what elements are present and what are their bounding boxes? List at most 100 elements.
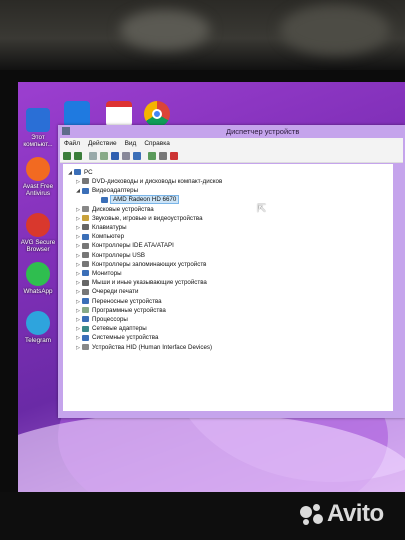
device-category-icon (82, 261, 89, 268)
menu-file[interactable]: Файл (64, 140, 80, 147)
toolbar (60, 149, 403, 163)
device-category-icon (82, 205, 89, 212)
desktop-icon-label: WhatsApp (23, 288, 53, 295)
device-category-icon (82, 251, 89, 258)
tree-item-label: Дисковые устройства (92, 205, 154, 213)
watermark-text: Avito (327, 500, 384, 527)
tree-item-label: AMD Radeon HD 6670 (109, 195, 180, 205)
tree-item[interactable]: ▷ Сетевые адаптеры (74, 324, 147, 333)
refresh-icon[interactable] (100, 151, 108, 160)
computer-icon (26, 108, 50, 132)
tree-root-label: PC (84, 169, 93, 176)
tree-item[interactable]: ▷ Программные устройства (74, 306, 166, 315)
tree-item[interactable]: ▷ Клавиатуры (74, 223, 127, 232)
avito-watermark: Avito (300, 500, 384, 528)
view-icon[interactable] (122, 151, 130, 160)
menu-help[interactable]: Справка (144, 140, 170, 147)
wall-texture (280, 5, 390, 55)
tree-item[interactable]: ▷ Дисковые устройства (74, 205, 154, 214)
tree-item-label: Звуковые, игровые и видеоустройства (92, 214, 203, 222)
tree-item-label: Переносные устройства (92, 297, 162, 305)
device-category-icon (82, 343, 89, 350)
device-category-icon (82, 279, 89, 286)
properties-icon[interactable] (89, 151, 97, 160)
tree-item[interactable]: ◢ Видеоадаптеры (74, 186, 138, 195)
device-category-icon (82, 178, 89, 185)
update-driver-icon[interactable] (148, 151, 156, 160)
desktop-icon-label: Этот компьют... (23, 134, 53, 148)
tree-item-label: Процессоры (92, 316, 128, 323)
tree-item[interactable]: ▷ Мыши и иные указывающие устройства (74, 278, 207, 287)
device-category-icon (82, 297, 89, 304)
device-tree[interactable]: ◢ PC ▷ DVD-дисководы и дисководы компакт-ди… (63, 164, 393, 411)
uninstall-icon[interactable] (170, 151, 178, 160)
desktop-icon-computer[interactable]: Этот компьют... (16, 108, 60, 148)
tree-item[interactable]: ▷ Устройства HID (Human Interface Devices… (74, 343, 212, 352)
collapse-arrow-icon[interactable]: ◢ (66, 169, 74, 178)
blue-app-icon[interactable] (64, 101, 90, 127)
wall-texture (120, 10, 210, 50)
tree-item-label: Контроллеры IDE ATA/ATAPI (92, 242, 174, 250)
tree-item[interactable]: ▷ Контроллеры запоминающих устройств (74, 260, 206, 269)
tree-item-label: Устройства HID (Human Interface Devices) (92, 343, 213, 351)
chrome-icon[interactable] (144, 101, 170, 127)
desktop-icon-whatsapp[interactable]: WhatsApp (16, 262, 60, 295)
tree-item[interactable]: ▷ Звуковые, игровые и видеоустройства (74, 214, 203, 223)
tree-item[interactable]: ▷ DVD-дисководы и дисководы компакт-диско… (74, 177, 222, 186)
tree-item-label: Сетевые адаптеры (92, 325, 147, 333)
device-category-icon (82, 270, 89, 277)
monitor-icon[interactable] (133, 151, 141, 160)
menu-bar: Файл Действие Вид Справка (60, 138, 403, 149)
pdf-icon[interactable] (106, 101, 132, 127)
help-icon[interactable] (111, 151, 119, 160)
tree-item-label: Видеоадаптеры (92, 187, 139, 195)
device-manager-window[interactable]: Диспетчер устройств Файл Действие Вид Сп… (58, 125, 405, 418)
tree-item[interactable]: ▷ Мониторы (74, 269, 122, 278)
tree-item[interactable]: ▷ Контроллеры IDE ATA/ATAPI (74, 241, 174, 250)
device-category-icon (82, 316, 89, 323)
tree-item-label: Очереди печати (92, 288, 139, 296)
disable-icon[interactable] (159, 151, 167, 160)
menu-action[interactable]: Действие (88, 140, 117, 147)
device-category-icon (82, 233, 89, 240)
tree-item[interactable]: ▷ Контроллеры USB (74, 251, 145, 260)
desktop-icon-avast[interactable]: Avast Free Antivirus (16, 157, 60, 197)
tree-item[interactable]: ▷ Компьютер (74, 232, 124, 241)
tree-item-label: Контроллеры USB (92, 251, 146, 259)
device-category-icon (82, 187, 89, 194)
expand-arrow-icon[interactable]: ▷ (74, 344, 82, 353)
tree-item[interactable]: AMD Radeon HD 6670 (93, 195, 180, 205)
avg-browser-icon (26, 213, 50, 237)
forward-icon[interactable] (74, 151, 82, 160)
tree-item[interactable]: ▷ Переносные устройства (74, 297, 162, 306)
tree-item-label: Программные устройства (92, 306, 166, 314)
device-manager-icon (62, 127, 70, 135)
collapse-arrow-icon[interactable]: ◢ (74, 187, 82, 196)
title-bar[interactable]: Диспетчер устройств (58, 125, 405, 138)
desktop-icon-telegram[interactable]: Telegram (16, 311, 60, 344)
device-category-icon (82, 224, 89, 231)
back-icon[interactable] (63, 151, 71, 160)
window-title: Диспетчер устройств (226, 127, 300, 136)
mouse-cursor-icon: ⇱ (257, 202, 267, 215)
desktop-icon-label: Telegram (25, 337, 51, 344)
device-category-icon (82, 242, 89, 249)
device-category-icon (82, 334, 89, 341)
avito-logo-icon (300, 503, 324, 526)
tree-item[interactable]: ▷ Очереди печати (74, 287, 138, 296)
desktop-icon-avg-browser[interactable]: AVG Secure Browser (16, 213, 60, 253)
device-category-icon (82, 325, 89, 332)
menu-view[interactable]: Вид (125, 140, 137, 147)
device-category-icon (82, 215, 89, 222)
tree-root[interactable]: ◢ PC (66, 168, 93, 177)
tree-item[interactable]: ▷ Системные устройства (74, 333, 158, 342)
device-category-icon (82, 307, 89, 314)
desktop-icon-label: AVG Secure Browser (20, 239, 56, 253)
whatsapp-icon (26, 262, 50, 286)
tree-item-label: DVD-дисководы и дисководы компакт-дисков (92, 178, 223, 185)
wall-background (0, 0, 405, 70)
tree-item-label: Системные устройства (92, 334, 159, 342)
tree-item-label: Клавиатуры (92, 224, 127, 231)
device-category-icon (101, 196, 108, 203)
tree-item[interactable]: ▷ Процессоры (74, 315, 128, 324)
